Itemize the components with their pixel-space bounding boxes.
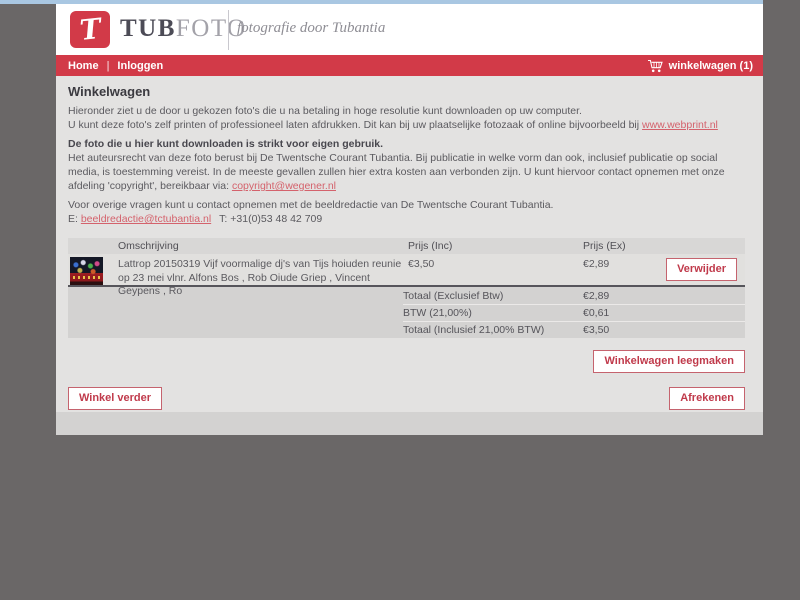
total-inc-btw-value: €3,50 bbox=[583, 324, 745, 336]
footer-strip bbox=[56, 412, 763, 435]
contact-email-prefix: E: bbox=[68, 213, 81, 225]
item-description: Lattrop 20150319 Vijf voormalige dj's va… bbox=[118, 258, 408, 285]
btw-value: €0,61 bbox=[583, 307, 745, 319]
beeldredactie-email-link[interactable]: beeldredactie@tctubantia.nl bbox=[81, 213, 211, 225]
cart-table: Omschrijving Prijs (Inc) Prijs (Ex) Latt… bbox=[68, 238, 745, 338]
copyright-text: Het auteursrecht van deze foto berust bi… bbox=[68, 152, 725, 192]
item-photo-thumbnail bbox=[70, 257, 103, 285]
header-divider bbox=[228, 10, 229, 50]
cart-item-row: Lattrop 20150319 Vijf voormalige dj's va… bbox=[68, 254, 745, 287]
total-ex-btw-value: €2,89 bbox=[583, 290, 745, 302]
site-header: T TUBFOTO fotografie door Tubantia bbox=[56, 4, 763, 55]
total-ex-btw-label: Totaal (Exclusief Btw) bbox=[403, 290, 583, 302]
column-header-price-ex: Prijs (Ex) bbox=[583, 240, 745, 252]
cart-table-header-row: Omschrijving Prijs (Inc) Prijs (Ex) bbox=[68, 238, 745, 254]
btw-row: BTW (21,00%) €0,61 bbox=[403, 304, 745, 321]
empty-cart-row: Winkelwagen leegmaken bbox=[68, 350, 745, 373]
copyright-email-link[interactable]: copyright@wegener.nl bbox=[232, 180, 336, 192]
nav-links: Home | Inloggen bbox=[68, 60, 163, 72]
nav-separator: | bbox=[107, 60, 110, 72]
nav-item-login[interactable]: Inloggen bbox=[117, 60, 163, 72]
content-area: Winkelwagen Hieronder ziet u de door u g… bbox=[56, 76, 763, 412]
main-nav: Home | Inloggen winkelwagen (1) bbox=[56, 55, 763, 76]
checkout-button[interactable]: Afrekenen bbox=[669, 387, 745, 410]
shopping-cart-icon bbox=[647, 59, 664, 73]
contact-phone: T: +31(0)53 48 42 709 bbox=[219, 213, 322, 225]
btw-label: BTW (21,00%) bbox=[403, 307, 583, 319]
total-inc-btw-label: Totaal (Inclusief 21,00% BTW) bbox=[403, 324, 583, 336]
continue-shopping-button[interactable]: Winkel verder bbox=[68, 387, 162, 410]
empty-cart-button[interactable]: Winkelwagen leegmaken bbox=[593, 350, 745, 373]
intro-line1: Hieronder ziet u de door u gekozen foto'… bbox=[68, 105, 582, 117]
contact-paragraph: Voor overige vragen kunt u contact opnem… bbox=[68, 198, 751, 226]
intro-line2: U kunt deze foto's zelf printen of profe… bbox=[68, 119, 642, 131]
bottom-actions-row: Winkel verder Afrekenen bbox=[68, 387, 745, 410]
usage-restriction-line: De foto die u hier kunt downloaden is st… bbox=[68, 138, 383, 150]
brand-tagline: fotografie door Tubantia bbox=[237, 20, 385, 37]
contact-line1: Voor overige vragen kunt u contact opnem… bbox=[68, 199, 553, 211]
logo-t-icon: T bbox=[78, 14, 102, 44]
page-title: Winkelwagen bbox=[68, 84, 751, 99]
nav-item-home[interactable]: Home bbox=[68, 60, 99, 72]
total-ex-btw-row: Totaal (Exclusief Btw) €2,89 bbox=[403, 287, 745, 304]
intro-paragraph: Hieronder ziet u de door u gekozen foto'… bbox=[68, 104, 751, 132]
webprint-link[interactable]: www.webprint.nl bbox=[642, 119, 718, 131]
total-inc-btw-row: Totaal (Inclusief 21,00% BTW) €3,50 bbox=[403, 321, 745, 338]
item-price-inc: €3,50 bbox=[408, 258, 583, 285]
page-card: T TUBFOTO fotografie door Tubantia Home … bbox=[56, 4, 763, 435]
column-header-description: Omschrijving bbox=[118, 240, 408, 252]
cart-link[interactable]: winkelwagen (1) bbox=[647, 59, 753, 73]
column-header-price-inc: Prijs (Inc) bbox=[408, 240, 583, 252]
cart-link-label: winkelwagen (1) bbox=[669, 60, 753, 72]
tubfoto-logo[interactable]: T bbox=[70, 11, 110, 48]
remove-item-button[interactable]: Verwijder bbox=[666, 258, 737, 281]
copyright-paragraph: De foto die u hier kunt downloaden is st… bbox=[68, 137, 751, 193]
brand-tub: TUB bbox=[120, 15, 176, 42]
